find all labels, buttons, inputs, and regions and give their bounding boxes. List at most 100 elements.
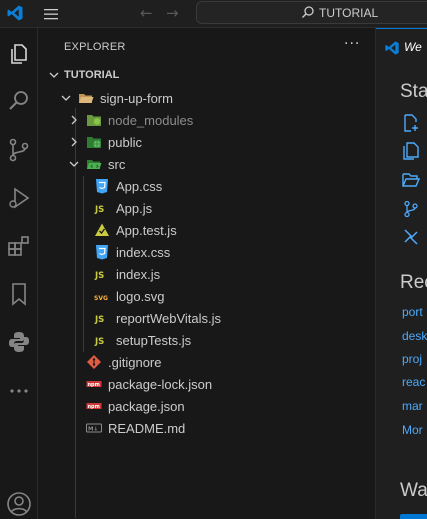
bookmark-icon[interactable] (6, 281, 32, 307)
tree-item-label: node_modules (108, 113, 194, 128)
source-control-icon[interactable] (6, 137, 32, 163)
tree-item-label: README.md (108, 421, 186, 436)
javascript-file-icon: JS (94, 315, 104, 325)
search-text: TUTORIAL (319, 6, 379, 20)
chevron-down-icon (49, 72, 59, 78)
title-bar: ← → TUTORIAL (0, 0, 427, 28)
folder-src-open-icon (87, 160, 102, 169)
svg-text:JS: JS (94, 315, 104, 325)
recent-item[interactable]: mar (402, 399, 423, 413)
svg-file-icon: SVG (94, 295, 108, 302)
command-center-search[interactable]: TUTORIAL (196, 1, 427, 24)
css-file-icon (96, 245, 108, 260)
svg-text:npm: npm (88, 404, 100, 410)
svg-text:JS: JS (94, 337, 104, 347)
open-file-icon[interactable] (402, 142, 420, 160)
javascript-file-icon: JS (94, 205, 104, 215)
clone-repo-icon[interactable] (402, 200, 420, 218)
recent-item[interactable]: port (402, 305, 423, 319)
arrow-right-icon[interactable]: → (166, 4, 179, 22)
chevron-right-icon (71, 137, 77, 147)
tree-item-label: index.js (116, 267, 161, 282)
python-icon[interactable] (6, 329, 32, 355)
tree-item-logo-svg[interactable]: SVG logo.svg (38, 285, 368, 307)
tree-item-gitignore[interactable]: .gitignore (38, 351, 368, 373)
svg-text:M↓: M↓ (88, 426, 98, 433)
folder-public-icon (87, 137, 101, 148)
tree-item-label: App.test.js (116, 223, 177, 238)
test-js-file-icon (95, 223, 109, 236)
tree-item-label: package-lock.json (108, 377, 213, 392)
tree-item-label: index.css (116, 245, 171, 260)
explorer-files-icon[interactable] (6, 41, 32, 67)
explorer-sidebar: EXPLORER ··· TUTORIAL sign-up-form node_… (38, 28, 376, 519)
tree-item-sign-up-form[interactable]: sign-up-form (38, 87, 368, 109)
recent-heading: Rec (400, 272, 427, 293)
svg-text:SVG: SVG (94, 295, 108, 302)
more-actions-icon[interactable]: ··· (344, 36, 360, 52)
tree-item-label: App.css (116, 179, 163, 194)
css-file-icon (96, 179, 108, 194)
open-folder-icon[interactable] (402, 171, 420, 189)
tree-item-readme-md[interactable]: M↓ README.md (38, 417, 368, 439)
tree-item-index-js[interactable]: JS index.js (38, 263, 368, 285)
tree-item-label: setupTests.js (116, 333, 192, 348)
javascript-file-icon: JS (94, 337, 104, 347)
workspace-label: TUTORIAL (64, 69, 120, 81)
tree-item-label: src (108, 157, 126, 172)
git-file-icon (87, 355, 101, 369)
hamburger-menu-icon[interactable] (42, 5, 60, 23)
folder-node-icon (87, 115, 101, 126)
account-icon[interactable] (6, 491, 32, 517)
more-recent-link[interactable]: Mor (402, 423, 423, 437)
vscode-logo-icon (7, 5, 23, 21)
tree-item-index-css[interactable]: index.css (38, 241, 368, 263)
tree-item-label: package.json (108, 399, 185, 414)
svg-text:JS: JS (94, 205, 104, 215)
explorer-title: EXPLORER (64, 41, 126, 53)
workspace-section-header[interactable]: TUTORIAL (46, 66, 366, 86)
tree-item-package-json[interactable]: npm package.json (38, 395, 368, 417)
npm-file-icon: npm (86, 403, 102, 410)
tree-item-setup-tests-js[interactable]: JS setupTests.js (38, 329, 368, 351)
walkthrough-button[interactable] (400, 514, 427, 519)
tab-label: We (404, 40, 422, 54)
activity-bar (0, 28, 38, 519)
tree-item-src[interactable]: src (38, 153, 368, 175)
new-file-icon[interactable] (402, 114, 420, 132)
start-heading: Sta (400, 81, 427, 102)
search-icon (302, 6, 314, 18)
walkthroughs-heading: Wa (400, 480, 427, 501)
recent-item[interactable]: reac (402, 375, 425, 389)
npm-file-icon: npm (86, 381, 102, 388)
tree-item-app-js[interactable]: JS App.js (38, 197, 368, 219)
run-debug-icon[interactable] (6, 185, 32, 211)
extensions-icon[interactable] (6, 233, 32, 259)
tree-item-package-lock-json[interactable]: npm package-lock.json (38, 373, 368, 395)
markdown-file-icon: M↓ (86, 423, 102, 433)
tree-item-report-web-vitals-js[interactable]: JS reportWebVitals.js (38, 307, 368, 329)
tree-item-public[interactable]: public (38, 131, 368, 153)
tree-item-label: App.js (116, 201, 153, 216)
chevron-down-icon (69, 161, 79, 167)
chevron-down-icon (61, 95, 71, 101)
folder-open-icon (79, 94, 94, 103)
svg-text:JS: JS (94, 271, 104, 281)
search-icon[interactable] (6, 88, 32, 114)
welcome-editor: We Sta Rec port desk proj reac mar Mor W… (376, 28, 427, 519)
tree-item-label: public (108, 135, 142, 150)
tab-welcome[interactable]: We (376, 28, 427, 64)
arrow-left-icon[interactable]: ← (140, 4, 153, 22)
svg-text:npm: npm (88, 382, 100, 388)
tree-item-label: .gitignore (108, 355, 162, 370)
more-icon[interactable] (6, 378, 32, 404)
vscode-logo-icon (385, 41, 399, 55)
javascript-file-icon: JS (94, 271, 104, 281)
recent-item[interactable]: proj (402, 352, 422, 366)
tree-item-node-modules[interactable]: node_modules (38, 109, 368, 131)
chevron-right-icon (71, 115, 77, 125)
tree-item-app-css[interactable]: App.css (38, 175, 368, 197)
tree-item-app-test-js[interactable]: App.test.js (38, 219, 368, 241)
recent-item[interactable]: desk (402, 329, 427, 343)
remote-connect-icon[interactable] (402, 228, 420, 246)
